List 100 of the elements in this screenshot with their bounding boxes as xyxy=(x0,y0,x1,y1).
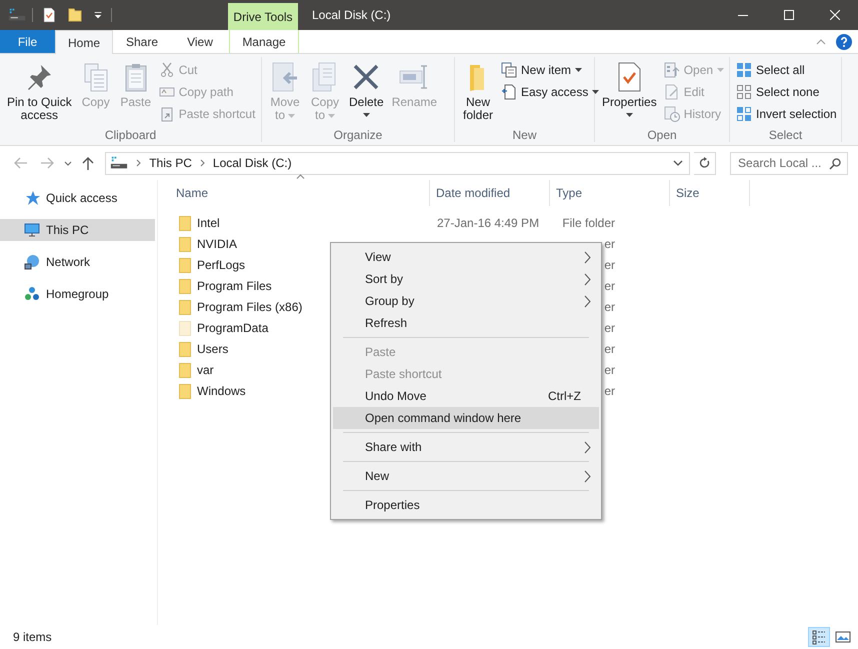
chevron-icon xyxy=(200,159,205,167)
item-count: 9 items xyxy=(13,629,52,646)
type-cell-text: er xyxy=(604,382,615,400)
search-field[interactable]: Search Local ... xyxy=(730,152,848,174)
image-icon xyxy=(835,629,851,645)
menu-item[interactable]: Properties xyxy=(333,494,599,516)
ribbon-button[interactable]: Properties xyxy=(599,57,660,117)
ribbon-tab[interactable]: Home xyxy=(55,30,113,54)
collapse-ribbon-icon[interactable] xyxy=(816,38,826,44)
ribbon-button[interactable]: New item xyxy=(499,59,602,81)
group-label: New xyxy=(512,127,536,142)
monitor-icon xyxy=(24,222,40,238)
window-title: Local Disk (C:) xyxy=(312,7,391,24)
chevron-down-icon xyxy=(64,160,72,166)
chevron-icon xyxy=(584,250,591,264)
breadcrumb[interactable]: Local Disk (C:) xyxy=(212,154,292,172)
group-label: Open xyxy=(647,127,677,142)
column-header[interactable]: Type xyxy=(550,180,670,206)
grid-icon xyxy=(736,62,752,78)
address-bar[interactable]: This PC Local Disk (C:) xyxy=(105,152,690,174)
scissors-icon xyxy=(158,62,175,78)
caret-icon xyxy=(717,68,724,72)
forward-arrow-icon xyxy=(40,157,54,169)
ribbon-tab[interactable]: View xyxy=(171,30,229,53)
search-icon xyxy=(829,158,842,170)
type-cell-text: er xyxy=(604,320,615,336)
view-button[interactable] xyxy=(808,627,830,647)
ribbon-tab[interactable]: Share xyxy=(113,30,171,53)
menu-item[interactable]: Sort by xyxy=(333,268,599,290)
file-name[interactable]: PerfLogs xyxy=(197,256,246,274)
checklist-icon xyxy=(41,7,57,23)
menu-item[interactable]: New xyxy=(333,465,599,487)
file-name[interactable]: NVIDIA xyxy=(197,234,238,252)
ribbon-tab[interactable]: File xyxy=(0,30,55,53)
file-name[interactable]: ProgramData xyxy=(197,318,268,336)
sidebar-item[interactable]: Quick access xyxy=(0,187,155,209)
ribbon-button[interactable]: Pin to Quick access xyxy=(4,57,75,122)
group-label: Organize xyxy=(334,127,382,142)
type-cell-text: er xyxy=(604,236,615,252)
document-icon xyxy=(501,84,517,100)
ribbon-button[interactable]: Select all xyxy=(734,59,839,81)
type-cell-text: er xyxy=(604,278,615,294)
up-arrow-icon xyxy=(82,156,94,170)
help-icon[interactable] xyxy=(836,34,852,50)
globe-icon xyxy=(24,254,40,270)
group-label: Clipboard xyxy=(104,127,156,142)
file-name[interactable]: Users xyxy=(197,340,228,358)
edit-icon xyxy=(664,84,680,100)
ribbon-button[interactable]: New folder xyxy=(459,57,497,122)
ribbon-button[interactable]: Easy access xyxy=(499,81,602,103)
new-item-icon xyxy=(501,62,517,78)
grid-icon xyxy=(736,106,752,122)
file-name[interactable]: Intel xyxy=(197,214,220,232)
menu-item[interactable]: Undo Move Ctrl+Z xyxy=(333,385,599,407)
details-view-icon xyxy=(811,629,827,645)
refresh-button[interactable] xyxy=(694,152,716,174)
chevron-icon xyxy=(136,159,142,167)
folder-icon xyxy=(67,7,83,23)
document-icon xyxy=(664,62,680,78)
maximize-icon xyxy=(784,10,794,20)
grid-icon xyxy=(736,84,752,100)
caret-icon xyxy=(626,113,633,117)
file-name[interactable]: Program Files (x86) xyxy=(197,298,302,316)
type-cell-text: er xyxy=(604,298,615,316)
ribbon-button[interactable]: Delete xyxy=(346,57,387,117)
column-header[interactable]: Date modified xyxy=(430,180,550,206)
chevron-icon xyxy=(584,440,591,454)
caret-icon xyxy=(328,114,335,118)
menu-item[interactable]: Open command window here xyxy=(333,407,599,429)
dropdown-icon[interactable] xyxy=(673,160,684,166)
column-header[interactable]: Name xyxy=(158,180,430,206)
ribbon-button[interactable]: Select none xyxy=(734,81,839,103)
caret-icon xyxy=(575,68,582,72)
menu-item[interactable]: Refresh xyxy=(333,312,599,334)
type-cell-text: er xyxy=(604,256,615,274)
type-cell-text: er xyxy=(604,340,615,358)
clipboard-shortcut-icon xyxy=(158,106,175,122)
ribbon-button[interactable]: Invert selection xyxy=(734,103,839,125)
chevron-icon xyxy=(584,272,591,286)
file-name[interactable]: Windows xyxy=(197,382,246,400)
breadcrumb[interactable]: This PC xyxy=(149,154,192,172)
menu-item[interactable]: Share with xyxy=(333,436,599,458)
sidebar-item[interactable]: Network xyxy=(0,251,155,273)
chevron-icon xyxy=(584,470,591,482)
sidebar-item[interactable]: Homegroup xyxy=(0,283,155,305)
file-name[interactable]: Program Files xyxy=(197,276,272,294)
caret-icon xyxy=(592,90,600,94)
group-label: Select xyxy=(768,127,802,142)
menu-item[interactable]: Group by xyxy=(333,290,599,312)
type-cell-text: er xyxy=(604,362,615,378)
caret-icon xyxy=(362,113,370,117)
column-header[interactable]: Size xyxy=(670,180,750,206)
back-arrow-icon xyxy=(14,157,28,169)
sidebar-item[interactable]: This PC xyxy=(0,219,155,241)
menu-item[interactable]: View xyxy=(333,246,599,268)
date-cell: 27-Jan-16 4:49 PM xyxy=(437,216,540,230)
caret-icon xyxy=(93,10,103,20)
close-icon xyxy=(830,10,840,20)
refresh-icon xyxy=(699,157,710,169)
file-name[interactable]: var xyxy=(197,360,214,378)
